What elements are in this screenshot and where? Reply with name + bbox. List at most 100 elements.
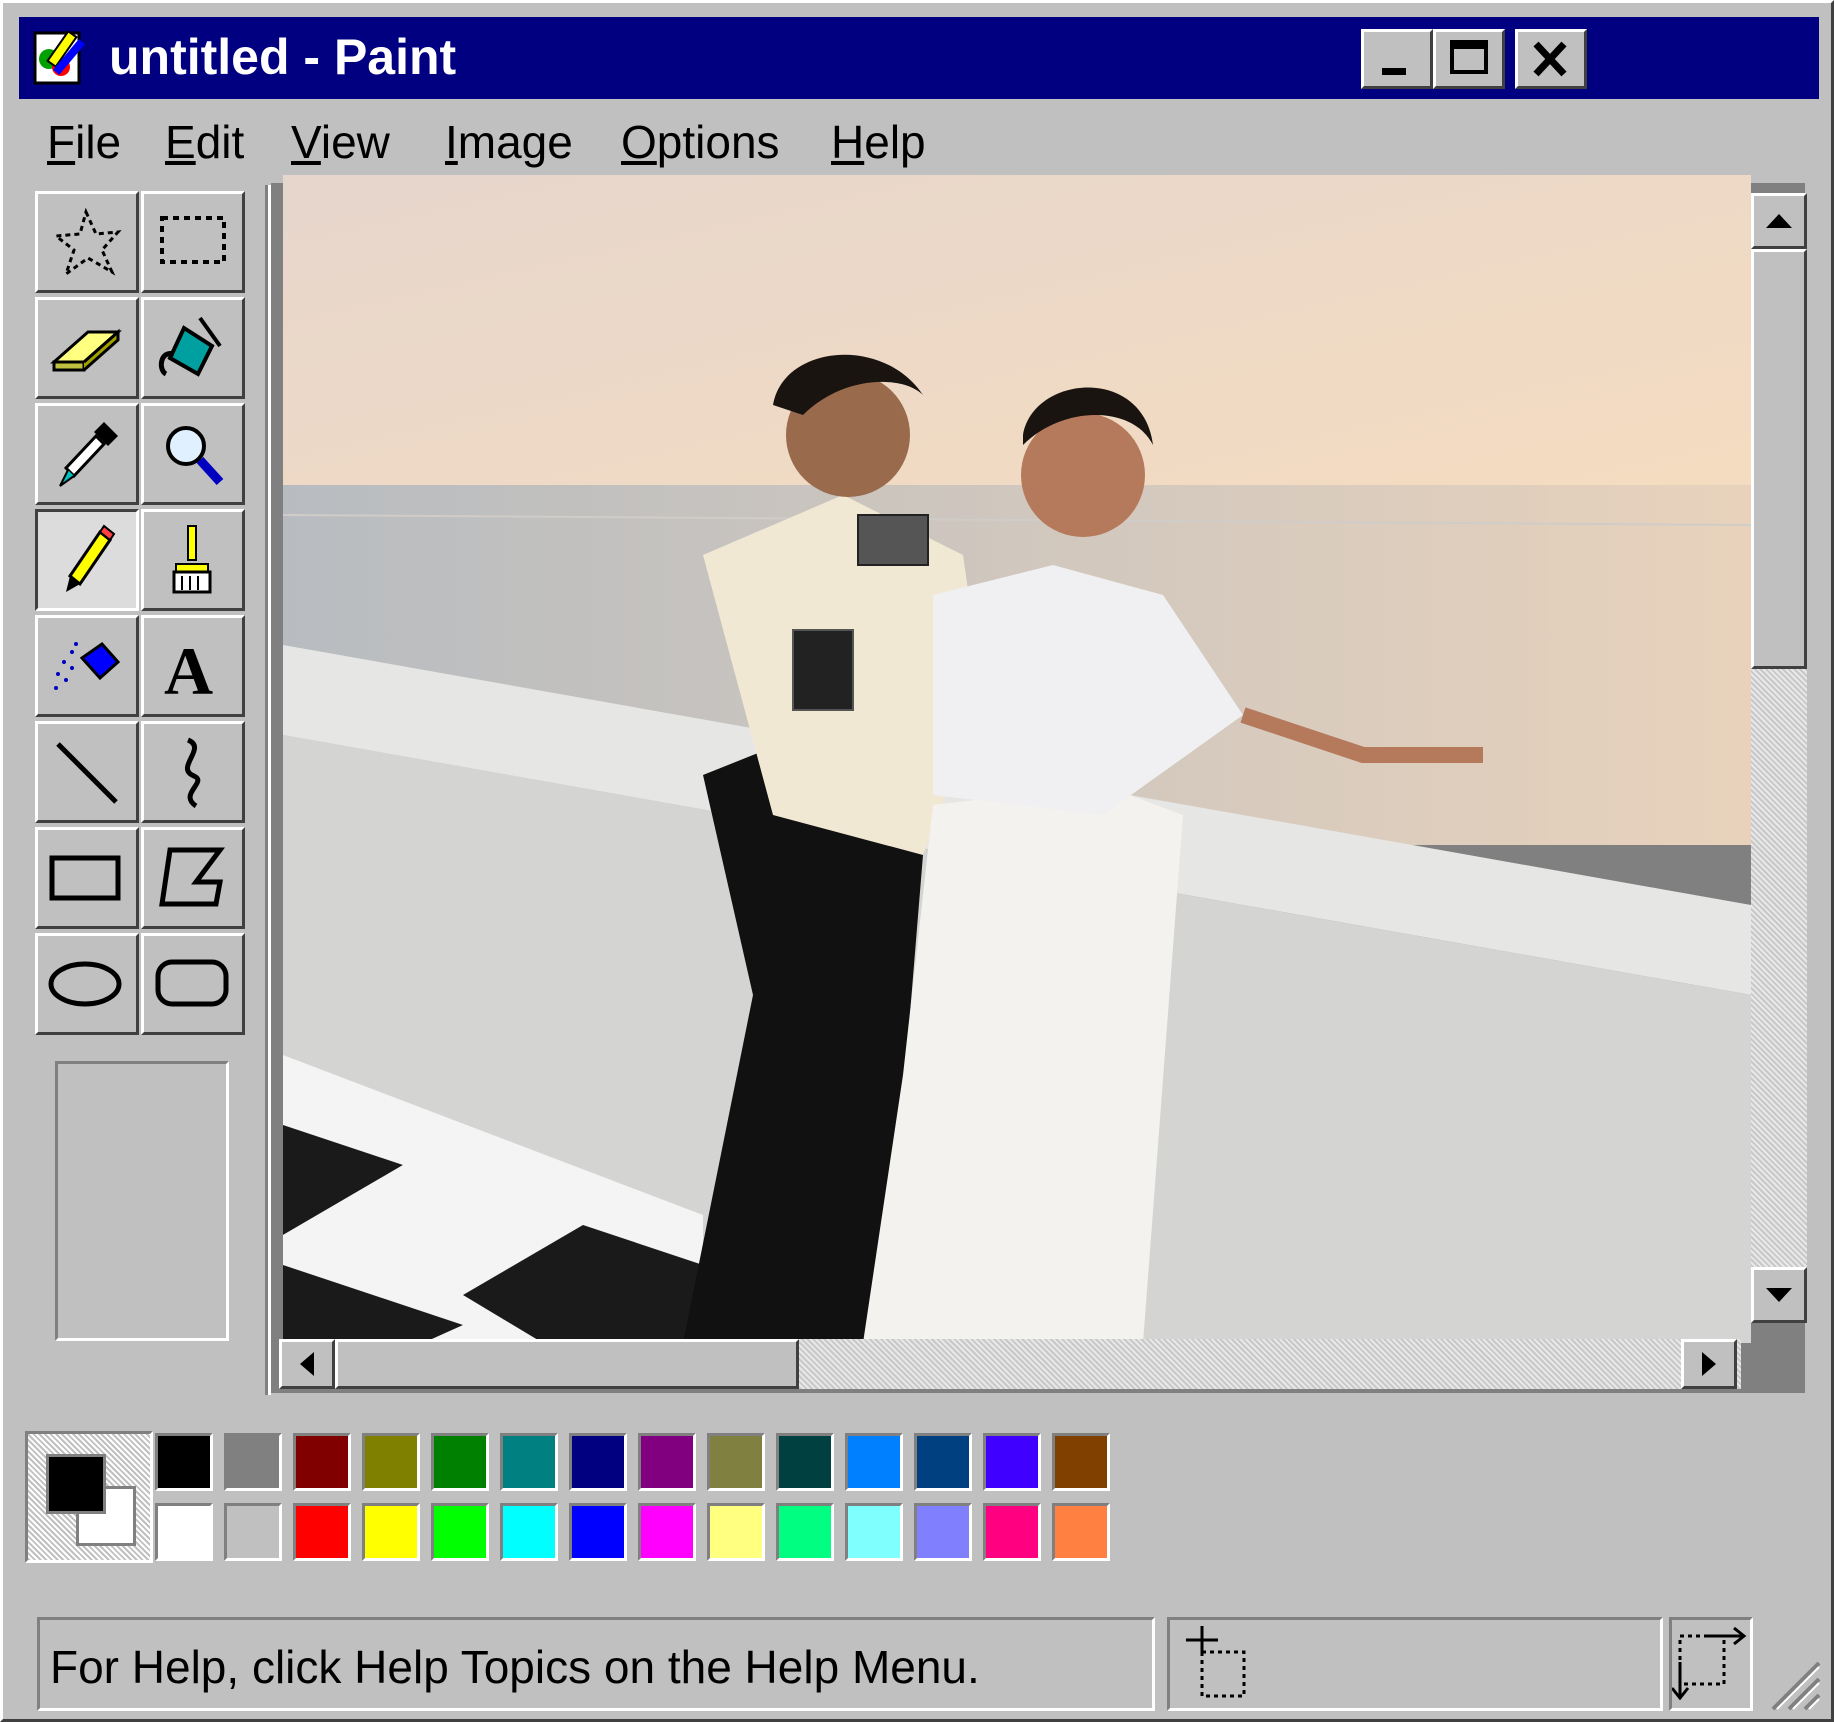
- tool-polygon[interactable]: [141, 827, 245, 929]
- selection-position-icon: [1186, 1626, 1246, 1698]
- tool-select[interactable]: [141, 191, 245, 293]
- palette-swatch[interactable]: [500, 1503, 558, 1561]
- palette-swatch[interactable]: [845, 1503, 903, 1561]
- menu-options[interactable]: Options: [621, 107, 780, 177]
- palette-swatch[interactable]: [569, 1503, 627, 1561]
- horizontal-scroll-thumb[interactable]: [335, 1339, 799, 1389]
- palette-swatch[interactable]: [431, 1503, 489, 1561]
- palette-swatch[interactable]: [155, 1503, 213, 1561]
- minimize-icon: [1382, 68, 1406, 75]
- eyedropper-icon: [59, 422, 118, 487]
- palette-swatch[interactable]: [569, 1433, 627, 1491]
- rounded-rectangle-icon: [155, 959, 229, 1007]
- status-help-text: For Help, click Help Topics on the Help …: [37, 1617, 1155, 1711]
- svg-text:A: A: [164, 633, 213, 709]
- palette-swatch[interactable]: [638, 1503, 696, 1561]
- palette-swatch[interactable]: [983, 1503, 1041, 1561]
- tool-free-form-select[interactable]: [35, 191, 139, 293]
- status-size: [1669, 1617, 1753, 1711]
- palette-swatch[interactable]: [914, 1503, 972, 1561]
- maximize-button[interactable]: [1433, 29, 1505, 89]
- arrow-right-icon: [1702, 1352, 1716, 1376]
- curve-icon: [185, 737, 201, 809]
- palette-swatch[interactable]: [500, 1433, 558, 1491]
- palette-swatch[interactable]: [983, 1433, 1041, 1491]
- tool-rectangle[interactable]: [35, 827, 139, 929]
- palette-swatch[interactable]: [638, 1433, 696, 1491]
- menu-image[interactable]: Image: [445, 107, 573, 177]
- free-form-select-icon: [52, 207, 122, 278]
- tool-eraser[interactable]: [35, 297, 139, 399]
- palette-swatch[interactable]: [707, 1503, 765, 1561]
- palette-swatch[interactable]: [293, 1433, 351, 1491]
- resize-grip-icon[interactable]: [1763, 1653, 1823, 1713]
- horizontal-scrollbar[interactable]: [279, 1339, 1741, 1389]
- vertical-scrollbar[interactable]: [1751, 193, 1807, 1323]
- canvas-image[interactable]: [283, 175, 1751, 1343]
- palette-swatch[interactable]: [845, 1433, 903, 1491]
- airbrush-icon: [54, 642, 121, 690]
- foreground-color: [46, 1454, 106, 1514]
- current-colors: [25, 1431, 153, 1563]
- scroll-right-button[interactable]: [1681, 1339, 1737, 1389]
- palette-swatch[interactable]: [293, 1503, 351, 1561]
- menu-help[interactable]: Help: [831, 107, 926, 177]
- paint-app-icon: [33, 29, 85, 85]
- arrow-up-icon: [1766, 214, 1792, 228]
- vertical-scroll-thumb[interactable]: [1751, 249, 1807, 669]
- scroll-up-button[interactable]: [1751, 193, 1807, 249]
- tool-curve[interactable]: [141, 721, 245, 823]
- title-bar[interactable]: untitled - Paint: [19, 17, 1819, 99]
- tool-line[interactable]: [35, 721, 139, 823]
- palette-swatch[interactable]: [707, 1433, 765, 1491]
- palette-swatch[interactable]: [776, 1433, 834, 1491]
- brush-icon: [172, 525, 212, 594]
- status-position: [1167, 1617, 1663, 1711]
- arrow-down-icon: [1766, 1288, 1792, 1302]
- scroll-left-button[interactable]: [279, 1339, 335, 1389]
- tool-fill[interactable]: [141, 297, 245, 399]
- palette-swatch[interactable]: [224, 1433, 282, 1491]
- polygon-icon: [159, 847, 225, 907]
- tool-options-box[interactable]: [55, 1061, 229, 1341]
- rect-select-icon: [160, 216, 226, 264]
- palette-swatch[interactable]: [1052, 1503, 1110, 1561]
- palette-swatch[interactable]: [362, 1503, 420, 1561]
- tool-ellipse[interactable]: [35, 933, 139, 1035]
- palette-swatch[interactable]: [362, 1433, 420, 1491]
- palette-swatch[interactable]: [155, 1433, 213, 1491]
- selection-size-icon: [1672, 1626, 1747, 1701]
- menu-edit[interactable]: Edit: [165, 107, 244, 177]
- maximize-icon: [1450, 40, 1488, 74]
- tool-rounded-rectangle[interactable]: [141, 933, 245, 1035]
- eraser-icon: [50, 328, 122, 372]
- palette-swatch[interactable]: [1052, 1433, 1110, 1491]
- tool-pencil[interactable]: [35, 509, 139, 611]
- scroll-down-button[interactable]: [1751, 1267, 1807, 1323]
- paint-window: untitled - Paint File Edit View Image Op…: [0, 0, 1834, 1722]
- menu-view[interactable]: View: [291, 107, 390, 177]
- palette-swatch[interactable]: [914, 1433, 972, 1491]
- close-icon: [1533, 41, 1567, 77]
- tool-pick-color[interactable]: [35, 403, 139, 505]
- window-title: untitled - Paint: [109, 29, 457, 85]
- rectangle-icon: [49, 855, 121, 901]
- tool-magnifier[interactable]: [141, 403, 245, 505]
- palette-swatch[interactable]: [776, 1503, 834, 1561]
- pencil-icon: [66, 524, 116, 592]
- tool-brush[interactable]: [141, 509, 245, 611]
- menu-file[interactable]: File: [47, 107, 121, 177]
- text-icon: A: [164, 633, 213, 709]
- tool-text[interactable]: A: [141, 615, 245, 717]
- palette-swatch[interactable]: [431, 1433, 489, 1491]
- color-box: [19, 1397, 1819, 1597]
- close-button[interactable]: [1515, 29, 1587, 89]
- paint-bucket-icon: [158, 316, 222, 377]
- line-icon: [56, 742, 118, 804]
- tool-airbrush[interactable]: [35, 615, 139, 717]
- minimize-button[interactable]: [1361, 29, 1433, 89]
- arrow-left-icon: [300, 1352, 314, 1376]
- magnifier-icon: [166, 426, 224, 486]
- palette-swatch[interactable]: [224, 1503, 282, 1561]
- ellipse-icon: [48, 961, 122, 1007]
